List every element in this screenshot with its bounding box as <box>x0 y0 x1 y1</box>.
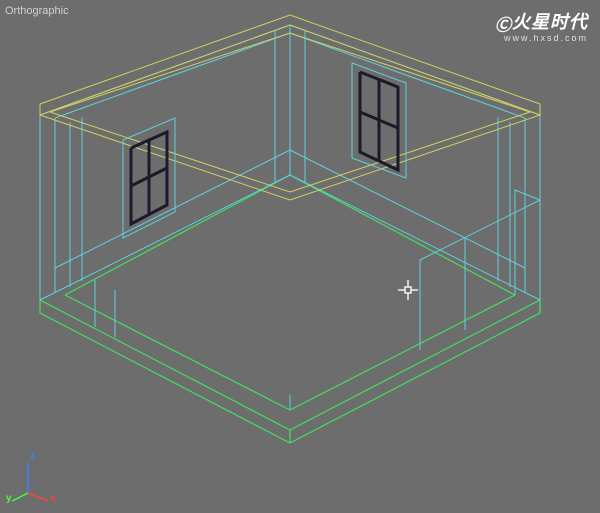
wireframe-3d-scene[interactable] <box>0 0 600 513</box>
window-right <box>352 63 406 178</box>
window-left <box>123 118 175 238</box>
axis-x-label: x <box>50 493 56 504</box>
axis-gizmo[interactable]: x y z <box>10 453 60 503</box>
axis-z-label: z <box>30 451 35 462</box>
axis-y-label: y <box>6 493 12 504</box>
